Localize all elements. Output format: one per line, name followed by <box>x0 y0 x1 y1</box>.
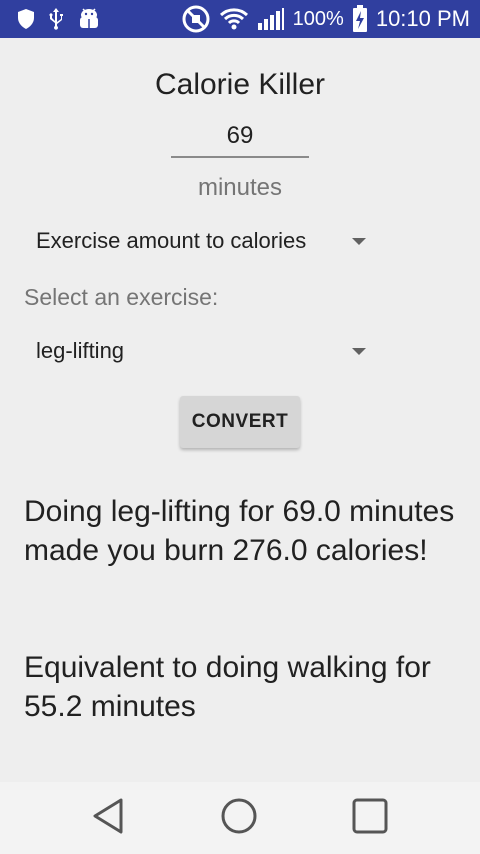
units-label: minutes <box>197 174 283 201</box>
exercise-value: leg-lifting <box>36 338 125 363</box>
battery-charging-icon <box>352 5 368 33</box>
result-text: Doing leg-lifting for 69.0 minutes made … <box>24 495 455 567</box>
conversion-mode-spinner[interactable]: Exercise amount to calories <box>36 228 366 254</box>
dropdown-arrow-icon <box>352 237 366 245</box>
usb-icon <box>48 7 64 31</box>
convert-button[interactable]: CONVERT <box>180 396 300 448</box>
recents-icon <box>351 797 389 840</box>
home-icon <box>220 797 258 840</box>
recents-button[interactable] <box>345 798 395 838</box>
status-time: 10:10 PM <box>375 6 470 31</box>
equivalent-text: Equivalent to doing walking for 55.2 min… <box>24 651 431 723</box>
main-content: Calorie Killer minutes Exercise amount t… <box>0 38 480 782</box>
amount-input[interactable] <box>171 116 309 158</box>
home-button[interactable] <box>214 798 264 838</box>
back-button[interactable] <box>83 798 133 838</box>
signal-icon <box>257 7 285 31</box>
select-exercise-label: Select an exercise: <box>24 284 219 310</box>
wifi-icon <box>219 7 249 31</box>
exercise-spinner[interactable]: leg-lifting <box>36 338 366 364</box>
conversion-mode-value: Exercise amount to calories <box>36 228 307 253</box>
battery-percent: 100% <box>292 7 344 30</box>
status-bar-right: 100% 10:10 PM <box>181 4 480 34</box>
back-icon <box>91 797 125 840</box>
shield-icon <box>16 8 36 30</box>
android-debug-icon <box>76 7 102 31</box>
app-title: Calorie Killer <box>154 68 326 101</box>
navigation-bar <box>0 782 480 854</box>
status-bar-left <box>0 7 102 31</box>
status-bar: 100% 10:10 PM <box>0 0 480 38</box>
dropdown-arrow-icon <box>352 347 366 355</box>
no-sound-icon <box>181 4 211 34</box>
